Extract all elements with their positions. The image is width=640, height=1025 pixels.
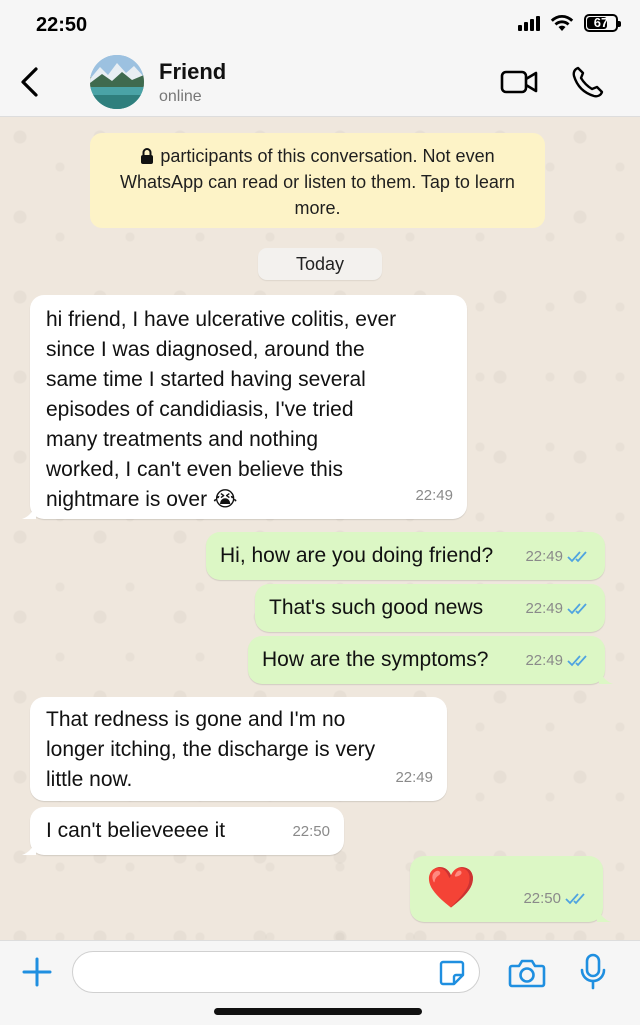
message-meta: 22:49 [395,763,433,793]
encryption-notice-text: participants of this conversation. Not e… [120,146,515,218]
message-input[interactable] [72,951,480,993]
message-time: 22:49 [525,600,563,617]
wifi-icon [550,15,574,31]
phone-call-icon[interactable] [570,64,606,100]
message-time: 22:50 [292,823,330,840]
battery-icon: 67 [584,14,621,32]
microphone-icon[interactable] [578,953,608,991]
message-time: 22:49 [395,769,433,786]
status-time: 22:50 [36,14,88,36]
message-time: 22:49 [415,487,453,504]
message-time: 22:49 [525,548,563,565]
double-check-icon [567,655,587,667]
contact-name[interactable]: Friend [159,59,226,85]
message-incoming[interactable]: That redness is gone and I'm no longer i… [30,697,447,801]
plus-icon[interactable] [20,955,54,989]
message-meta: 22:50 [523,884,589,914]
message-time: 22:49 [525,652,563,669]
double-check-icon [567,603,587,615]
message-outgoing[interactable]: That's such good news 22:49 [255,584,605,632]
status-bar: 22:50 67 [0,0,640,50]
message-meta: 22:49 [525,594,591,624]
sticker-icon[interactable] [438,959,466,987]
bubble-tail [22,505,36,519]
chat-area[interactable]: participants of this conversation. Not e… [0,117,640,940]
message-text: hi friend, I have ulcerative colitis, ev… [46,308,397,511]
encryption-notice[interactable]: participants of this conversation. Not e… [90,133,545,228]
message-text: That redness is gone and I'm no longer i… [46,708,376,791]
chat-header: Friend online [0,50,640,117]
message-outgoing[interactable]: ❤️ 22:50 [410,856,611,922]
bubble-tail [22,841,36,855]
input-bar [0,940,640,1025]
video-call-icon[interactable] [500,64,540,100]
double-check-icon [567,551,587,563]
bubble-tail [599,670,613,684]
date-divider: Today [258,248,382,280]
avatar-landscape-image [90,55,144,109]
message-meta: 22:49 [415,481,453,511]
avatar[interactable] [90,55,144,109]
message-meta: 22:50 [292,817,330,847]
battery-percent: 67 [593,15,609,30]
message-incoming[interactable]: hi friend, I have ulcerative colitis, ev… [22,295,467,519]
contact-status: online [159,88,202,105]
home-indicator [214,1008,422,1015]
camera-icon[interactable] [508,957,546,989]
bubble-tail [597,908,611,922]
message-outgoing[interactable]: Hi, how are you doing friend? 22:49 [206,532,605,580]
message-meta: 22:49 [525,646,591,676]
status-icons: 67 [518,14,621,32]
message-text: I can't believeeee it [46,819,226,842]
message-time: 22:50 [523,890,561,907]
lock-icon [141,148,154,164]
cellular-signal-icon [518,15,540,31]
double-check-icon [565,893,585,905]
message-meta: 22:49 [525,542,591,572]
message-incoming[interactable]: I can't believeeee it 22:50 [22,807,344,855]
message-outgoing[interactable]: How are the symptoms? 22:49 [248,636,613,684]
back-chevron-icon[interactable] [14,64,48,100]
